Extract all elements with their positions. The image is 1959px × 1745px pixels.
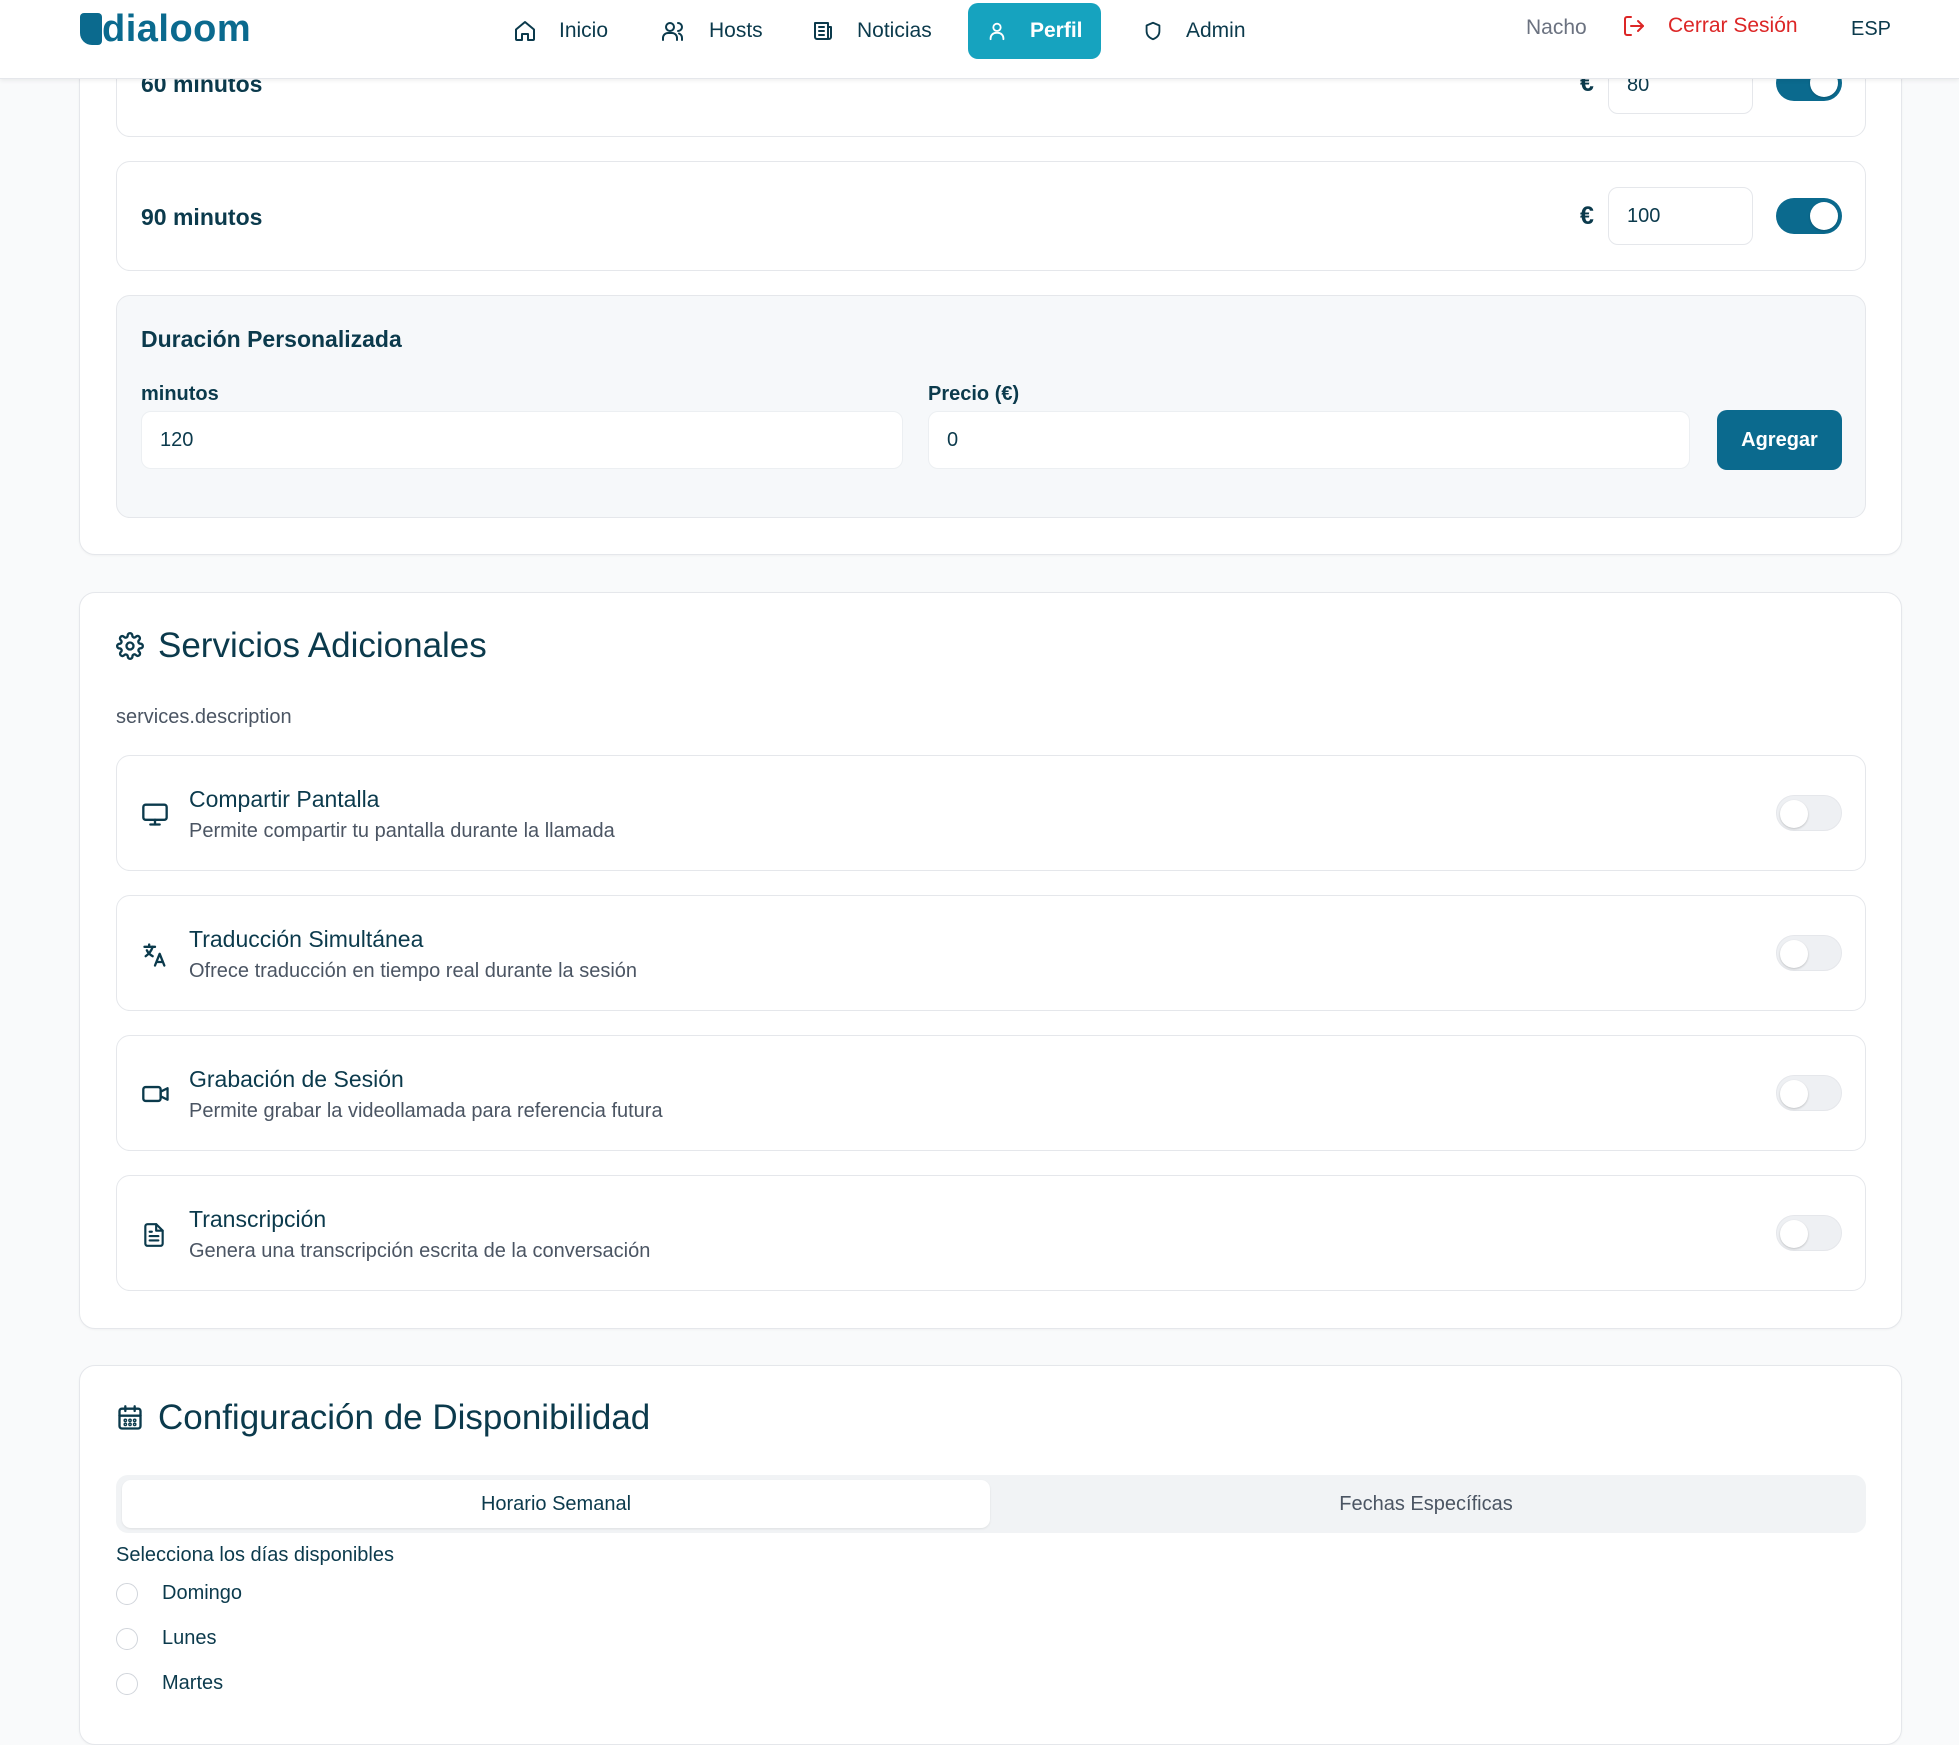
logout-icon [1622, 14, 1646, 38]
availability-title-text: Configuración de Disponibilidad [158, 1398, 651, 1437]
dialoom-logo[interactable]: dialoom [80, 4, 251, 54]
nav-admin[interactable]: Admin [1124, 3, 1264, 59]
service-toggle[interactable] [1776, 1215, 1842, 1251]
shield-icon [1142, 19, 1164, 43]
service-row-screen-share: Compartir Pantalla Permite compartir tu … [116, 755, 1866, 871]
service-toggle[interactable] [1776, 795, 1842, 831]
availability-tabs: Horario Semanal Fechas Específicas [116, 1475, 1866, 1533]
duration-row-90: 90 minutos € 100 [116, 161, 1866, 271]
logout-button[interactable]: Cerrar Sesión [1622, 14, 1798, 38]
logout-label: Cerrar Sesión [1668, 14, 1798, 37]
nav-admin-label: Admin [1186, 19, 1246, 42]
service-subtitle: Ofrece traducción en tiempo real durante… [189, 960, 638, 982]
price-input[interactable]: 100 [1608, 187, 1753, 245]
service-subtitle: Genera una transcripción escrita de la c… [189, 1240, 651, 1262]
service-title: Transcripción [189, 1206, 327, 1232]
day-option-domingo[interactable]: Domingo [116, 1582, 242, 1605]
service-title: Traducción Simultánea [189, 926, 424, 952]
service-subtitle: Permite grabar la videollamada para refe… [189, 1100, 663, 1122]
users-icon [661, 19, 687, 43]
service-title: Grabación de Sesión [189, 1066, 404, 1092]
language-selector[interactable]: ESP [1851, 18, 1891, 41]
toggle-knob [1780, 1080, 1808, 1108]
translate-icon [141, 940, 169, 970]
services-title-text: Servicios Adicionales [158, 626, 487, 665]
day-label: Domingo [162, 1582, 243, 1604]
service-toggle[interactable] [1776, 1075, 1842, 1111]
day-radio[interactable] [116, 1672, 138, 1695]
service-subtitle: Permite compartir tu pantalla durante la… [189, 820, 615, 842]
toggle-knob [1780, 800, 1808, 828]
minutes-input[interactable]: 120 [141, 411, 903, 469]
custom-price-value: 0 [947, 428, 959, 451]
nav-inicio-label: Inicio [559, 19, 609, 42]
day-radio[interactable] [116, 1582, 138, 1605]
services-title: Servicios Adicionales [116, 626, 487, 666]
logo-mark-icon [80, 13, 102, 45]
top-navbar: dialoom Inicio Hosts Noticias Perfil Adm… [0, 0, 1959, 79]
tab-specific-dates[interactable]: Fechas Específicas [992, 1480, 1860, 1528]
document-icon [141, 1220, 167, 1250]
nav-noticias[interactable]: Noticias [793, 3, 950, 59]
price-label: Precio (€) [928, 383, 1020, 405]
toggle-knob [1780, 1220, 1808, 1248]
settings-gear-icon [116, 632, 144, 660]
custom-price-input[interactable]: 0 [928, 411, 1690, 469]
availability-title: Configuración de Disponibilidad [116, 1398, 650, 1438]
service-row-translation: Traducción Simultánea Ofrece traducción … [116, 895, 1866, 1011]
add-button[interactable]: Agregar [1717, 410, 1842, 470]
toggle-knob [1810, 202, 1838, 230]
minutes-value: 120 [160, 428, 194, 451]
user-name: Nacho [1526, 16, 1587, 39]
duration-toggle[interactable] [1776, 198, 1842, 234]
days-label: Selecciona los días disponibles [116, 1544, 394, 1566]
nav-hosts[interactable]: Hosts [643, 3, 781, 59]
service-title: Compartir Pantalla [189, 786, 380, 812]
nav-inicio[interactable]: Inicio [495, 3, 626, 59]
newspaper-icon [811, 19, 835, 43]
minutes-label: minutos [141, 383, 219, 405]
logo-text: dialoom [102, 8, 252, 50]
calendar-icon [116, 1404, 144, 1432]
nav-noticias-label: Noticias [857, 19, 932, 42]
monitor-icon [141, 800, 169, 828]
day-option-lunes[interactable]: Lunes [116, 1627, 217, 1650]
custom-duration-panel: Duración Personalizada minutos 120 Preci… [116, 295, 1866, 518]
custom-duration-title: Duración Personalizada [141, 326, 402, 352]
service-row-recording: Grabación de Sesión Permite grabar la vi… [116, 1035, 1866, 1151]
toggle-knob [1780, 940, 1808, 968]
nav-perfil[interactable]: Perfil [968, 3, 1101, 59]
user-icon [986, 19, 1008, 43]
price-value: 100 [1627, 204, 1661, 227]
day-option-martes[interactable]: Martes [116, 1672, 223, 1695]
tab-weekly-schedule[interactable]: Horario Semanal [122, 1480, 990, 1528]
service-toggle[interactable] [1776, 935, 1842, 971]
day-label: Martes [162, 1672, 224, 1694]
euro-symbol: € [1580, 202, 1594, 230]
nav-hosts-label: Hosts [709, 19, 763, 42]
video-icon [141, 1080, 171, 1108]
day-radio[interactable] [116, 1627, 138, 1650]
duration-label: 90 minutos [141, 204, 263, 230]
service-row-transcription: Transcripción Genera una transcripción e… [116, 1175, 1866, 1291]
nav-perfil-label: Perfil [1030, 19, 1083, 42]
services-description: services.description [116, 706, 292, 728]
day-label: Lunes [162, 1627, 217, 1649]
home-icon [513, 19, 537, 43]
